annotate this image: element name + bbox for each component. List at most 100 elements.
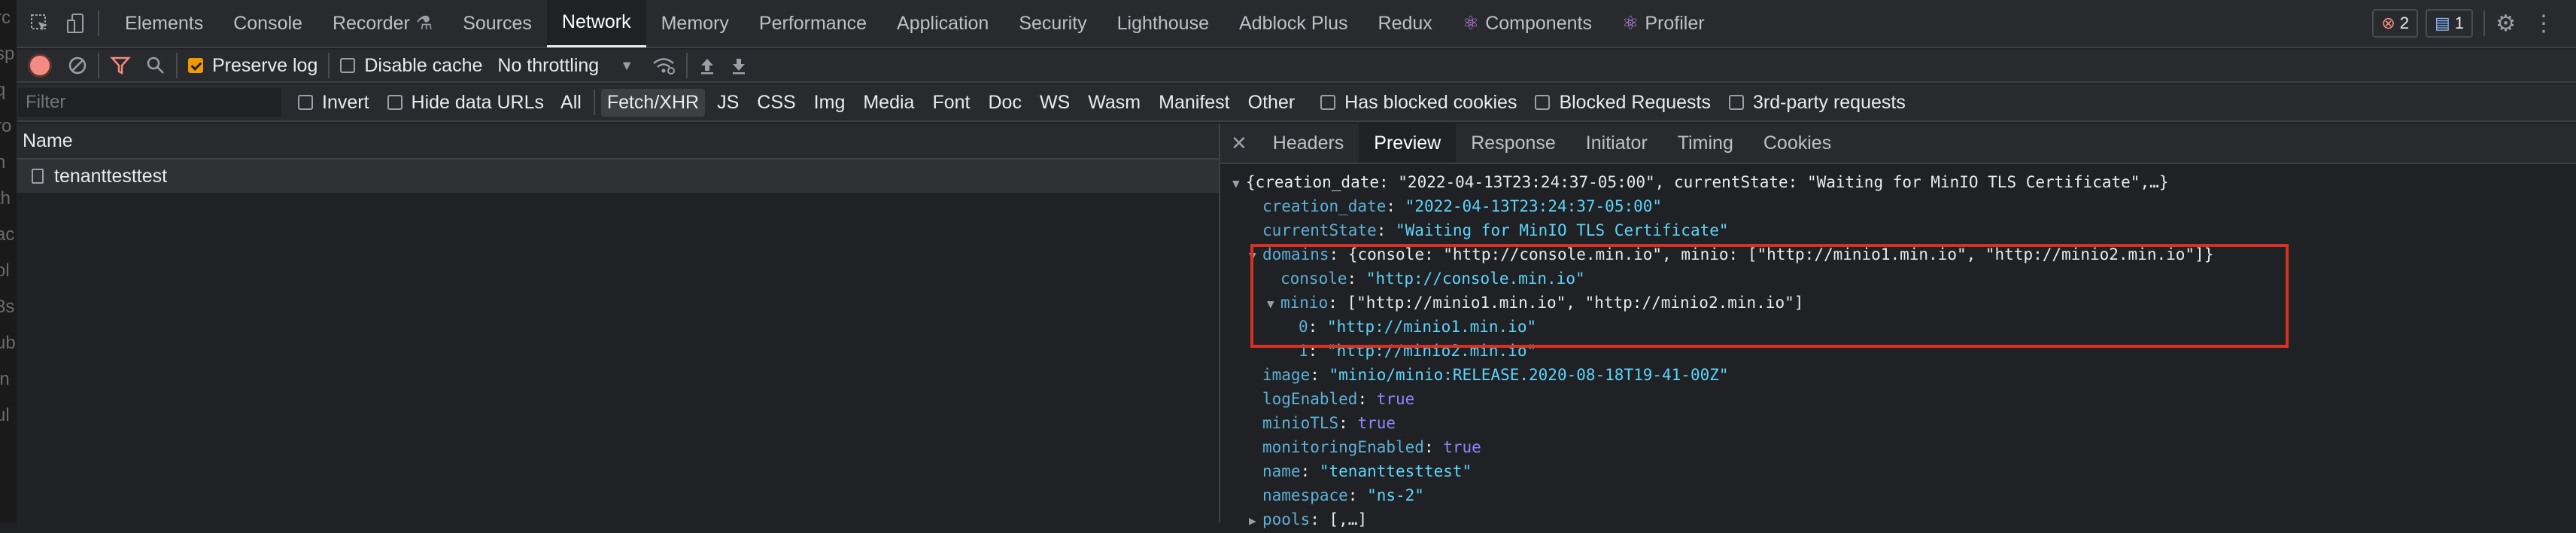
checkbox-unchecked[interactable] bbox=[1728, 95, 1744, 110]
filter-type-other[interactable]: Other bbox=[1242, 89, 1302, 117]
tab-preview[interactable]: Preview bbox=[1359, 123, 1457, 163]
filter-type-fetch-xhr[interactable]: Fetch/XHR bbox=[600, 88, 706, 117]
preserve-log-checkbox[interactable]: Preserve log bbox=[188, 55, 317, 77]
network-conditions-icon[interactable] bbox=[652, 56, 676, 75]
filter-type-js[interactable]: JS bbox=[711, 89, 745, 117]
clear-icon[interactable] bbox=[68, 56, 87, 75]
filter-type-img[interactable]: Img bbox=[808, 89, 852, 117]
errors-badge[interactable]: ⊗ 2 bbox=[2372, 9, 2419, 38]
checkbox-unchecked[interactable] bbox=[298, 95, 313, 110]
json-key: minioTLS bbox=[1262, 414, 1339, 432]
upload-icon[interactable] bbox=[698, 56, 716, 75]
checkbox-unchecked[interactable] bbox=[1320, 95, 1336, 110]
hide-data-urls-checkbox[interactable]: Hide data URLs bbox=[387, 92, 544, 114]
filter-type-wasm[interactable]: Wasm bbox=[1082, 89, 1147, 117]
filter-icon[interactable] bbox=[110, 56, 131, 75]
disable-cache-checkbox[interactable]: Disable cache bbox=[340, 55, 482, 77]
close-icon[interactable]: ✕ bbox=[1231, 132, 1247, 155]
device-toolbar-icon[interactable] bbox=[65, 13, 87, 34]
tab-redux[interactable]: Redux bbox=[1363, 0, 1447, 47]
tab-label: Initiator bbox=[1585, 132, 1648, 154]
third-party-checkbox[interactable]: 3rd-party requests bbox=[1728, 91, 1906, 114]
tab-response[interactable]: Response bbox=[1456, 123, 1571, 163]
tab-label: Sources bbox=[463, 12, 532, 34]
request-list: Name tenanttesttest bbox=[0, 123, 1219, 522]
json-property-domains[interactable]: ▼ domains: {console: "http://console.min.… bbox=[1249, 242, 2213, 266]
tab-label: Security bbox=[1019, 12, 1087, 34]
tab-lighthouse[interactable]: Lighthouse bbox=[1102, 0, 1224, 47]
json-property: minioTLS: true bbox=[1262, 414, 1396, 432]
table-row[interactable]: tenanttesttest bbox=[0, 160, 1219, 193]
tab-components[interactable]: ⚛ Components bbox=[1447, 0, 1607, 47]
filter-type-css[interactable]: CSS bbox=[751, 89, 801, 117]
tab-security[interactable]: Security bbox=[1004, 0, 1101, 47]
disable-cache-label: Disable cache bbox=[364, 54, 483, 76]
record-icon[interactable] bbox=[30, 56, 50, 75]
filter-type-manifest[interactable]: Manifest bbox=[1153, 89, 1235, 117]
tab-sources[interactable]: Sources bbox=[448, 0, 547, 47]
column-header-name[interactable]: Name bbox=[0, 123, 1219, 160]
tab-label: Memory bbox=[661, 12, 729, 34]
tab-console[interactable]: Console bbox=[218, 0, 317, 47]
preserve-log-label: Preserve log bbox=[212, 54, 318, 76]
toolbar-separator bbox=[593, 90, 595, 115]
detail-tabbar: ✕ Headers Preview Response Initiator Tim… bbox=[1220, 123, 2576, 164]
network-filterbar: Invert Hide data URLs All Fetch/XHR JS C… bbox=[0, 84, 2576, 122]
tab-label: Cookies bbox=[1763, 132, 1832, 154]
checkbox-checked[interactable] bbox=[188, 58, 203, 73]
json-property: currentState: "Waiting for MinIO TLS Cer… bbox=[1262, 221, 1729, 239]
tab-timing[interactable]: Timing bbox=[1663, 123, 1748, 163]
json-key: logEnabled bbox=[1262, 390, 1358, 408]
checkbox-unchecked[interactable] bbox=[1535, 95, 1551, 110]
json-property-minio[interactable]: ▼ minio: ["http://minio1.min.io", "http:/… bbox=[1267, 291, 1803, 315]
inspect-element-icon[interactable] bbox=[29, 13, 51, 34]
filter-input[interactable] bbox=[18, 88, 281, 117]
filter-type-all[interactable]: All bbox=[554, 89, 588, 117]
tab-initiator[interactable]: Initiator bbox=[1571, 123, 1663, 163]
messages-badge[interactable]: ▤ 1 bbox=[2426, 9, 2474, 38]
third-party-label: 3rd-party requests bbox=[1752, 91, 1906, 113]
gear-icon[interactable]: ⚙ bbox=[2496, 11, 2516, 37]
json-root-line[interactable]: ▼ {creation_date: "2022-04-13T23:24:37-05… bbox=[1232, 170, 2168, 194]
json-boolean-value: true bbox=[1443, 438, 1481, 456]
json-key: image bbox=[1262, 366, 1311, 384]
checkbox-unchecked[interactable] bbox=[387, 95, 402, 110]
error-icon: ⊗ bbox=[2381, 14, 2395, 32]
json-string-value: "http://minio2.min.io" bbox=[1326, 342, 1537, 360]
has-blocked-cookies-checkbox[interactable]: Has blocked cookies bbox=[1320, 92, 1517, 114]
tab-profiler[interactable]: ⚛ Profiler bbox=[1607, 0, 1720, 47]
tab-adblock-plus[interactable]: Adblock Plus bbox=[1224, 0, 1363, 47]
tab-label: Redux bbox=[1378, 12, 1432, 34]
json-string-value: "ns-2" bbox=[1367, 486, 1424, 504]
filter-type-ws[interactable]: WS bbox=[1034, 89, 1076, 117]
tab-label: Response bbox=[1471, 132, 1556, 154]
tab-network[interactable]: Network bbox=[546, 0, 646, 47]
json-boolean-value: true bbox=[1376, 390, 1415, 408]
filter-type-media[interactable]: Media bbox=[857, 89, 920, 117]
tab-label: Timing bbox=[1677, 132, 1733, 154]
json-key: console bbox=[1280, 270, 1347, 288]
json-property: image: "minio/minio:RELEASE.2020-08-18T1… bbox=[1262, 366, 1729, 384]
blocked-requests-checkbox[interactable]: Blocked Requests bbox=[1535, 92, 1711, 114]
download-icon[interactable] bbox=[730, 56, 748, 75]
tab-performance[interactable]: Performance bbox=[744, 0, 882, 47]
filter-type-font[interactable]: Font bbox=[926, 89, 976, 117]
tab-elements[interactable]: Elements bbox=[110, 0, 218, 47]
tab-headers[interactable]: Headers bbox=[1258, 123, 1359, 163]
json-property-pools[interactable]: ▶ pools: [,…] bbox=[1249, 507, 1367, 531]
tab-label: Elements bbox=[125, 12, 204, 34]
tab-recorder[interactable]: Recorder ⚗ bbox=[317, 0, 448, 47]
toolbar-separator bbox=[686, 53, 688, 78]
throttling-select[interactable]: No throttling ▼ bbox=[497, 55, 633, 77]
search-icon[interactable] bbox=[146, 56, 166, 75]
tab-cookies[interactable]: Cookies bbox=[1748, 123, 1846, 163]
devtools-tabbar: Elements Console Recorder ⚗ Sources Netwo… bbox=[0, 0, 2576, 48]
tab-application[interactable]: Application bbox=[882, 0, 1004, 47]
filter-type-doc[interactable]: Doc bbox=[982, 89, 1027, 117]
json-key: name bbox=[1262, 462, 1301, 480]
more-options-icon[interactable]: ⋮ bbox=[2532, 11, 2555, 37]
checkbox-unchecked[interactable] bbox=[340, 58, 356, 73]
invert-checkbox[interactable]: Invert bbox=[298, 92, 369, 114]
tab-memory[interactable]: Memory bbox=[646, 0, 744, 47]
json-boolean-value: true bbox=[1357, 414, 1396, 432]
